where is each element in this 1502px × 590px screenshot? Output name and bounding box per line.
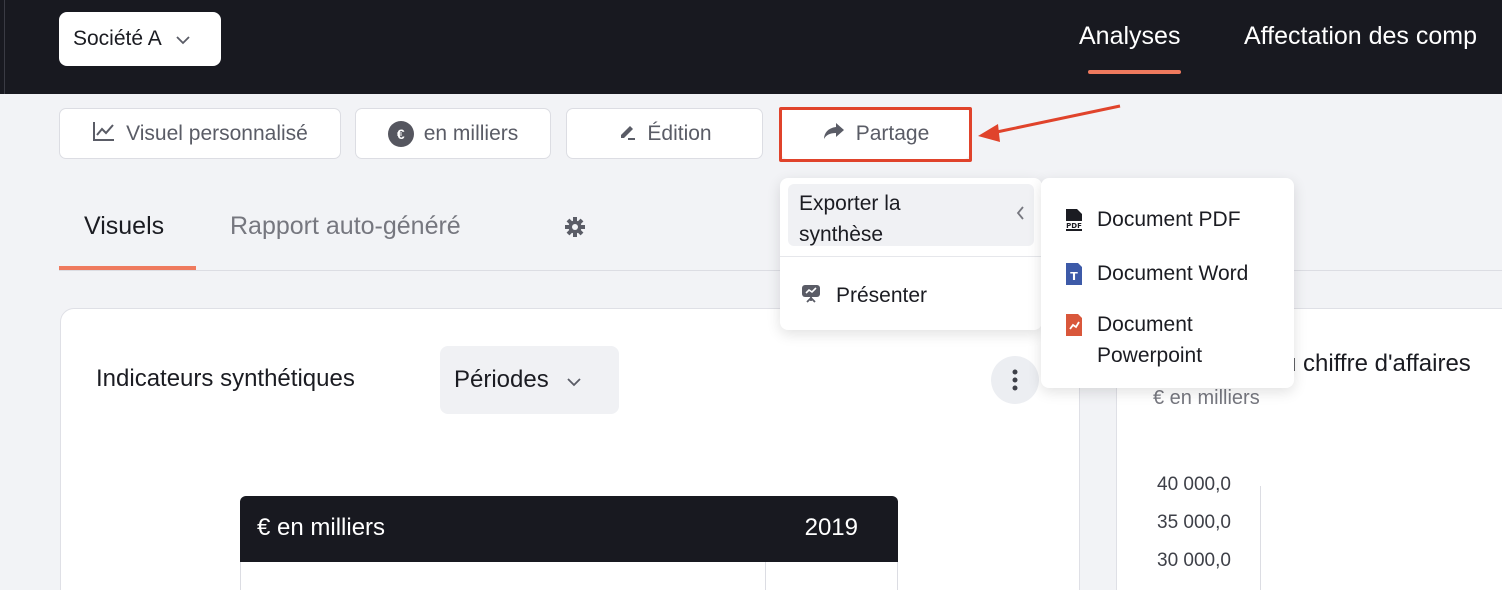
- tab-visuals[interactable]: Visuels: [84, 212, 164, 241]
- chevron-down-icon: [176, 27, 190, 51]
- powerpoint-file-icon: [1063, 313, 1085, 346]
- chevron-down-icon: [567, 366, 581, 394]
- presentation-icon: [800, 282, 822, 310]
- export-submenu: PDF Document PDF T Document Word Documen…: [1041, 178, 1294, 388]
- chevron-left-icon: [1016, 206, 1025, 225]
- share-menu: Exporter la synthèse Présenter: [780, 178, 1042, 330]
- edit-button[interactable]: Édition: [566, 108, 763, 159]
- svg-text:T: T: [1070, 270, 1078, 283]
- export-pdf-item[interactable]: PDF Document PDF: [1063, 204, 1241, 241]
- line-chart-icon: [92, 120, 116, 148]
- export-summary-item[interactable]: Exporter la synthèse: [788, 184, 1034, 246]
- export-summary-label: Exporter la synthèse: [799, 192, 901, 246]
- pdf-file-icon: PDF: [1063, 208, 1085, 241]
- y-tick-label: 35 000,0: [1157, 512, 1231, 533]
- export-powerpoint-label: Document Powerpoint: [1097, 313, 1203, 367]
- present-item[interactable]: Présenter: [800, 282, 927, 310]
- indicators-title: Indicateurs synthétiques: [96, 365, 355, 392]
- annotation-arrow-icon: [970, 100, 1130, 150]
- table-unit-header: € en milliers: [257, 514, 386, 541]
- period-selector-label: Périodes: [454, 366, 549, 393]
- tab-active-indicator: [59, 266, 196, 270]
- units-label: en milliers: [423, 121, 519, 145]
- company-selector-label: Société A: [73, 27, 162, 50]
- nav-analyses[interactable]: Analyses: [1079, 22, 1180, 51]
- menu-divider: [780, 256, 1042, 257]
- revenue-unit: € en milliers: [1153, 387, 1260, 409]
- table-year-header: 2019: [804, 514, 858, 541]
- units-button[interactable]: € en milliers: [355, 108, 551, 159]
- export-powerpoint-item[interactable]: Document Powerpoint: [1063, 309, 1263, 371]
- y-axis-line: [1260, 486, 1261, 590]
- export-word-item[interactable]: T Document Word: [1063, 258, 1248, 295]
- window-edge: [4, 0, 5, 94]
- custom-visual-button[interactable]: Visuel personnalisé: [59, 108, 341, 159]
- indicators-table-header: € en milliers 2019: [240, 496, 898, 562]
- table-column-separator: [765, 562, 766, 590]
- gear-icon[interactable]: [564, 216, 586, 243]
- revenue-title: u chiffre d'affaires: [1283, 350, 1471, 377]
- word-file-icon: T: [1063, 262, 1085, 295]
- euro-icon: €: [387, 120, 414, 147]
- y-tick-label: 40 000,0: [1157, 474, 1231, 495]
- edit-label: Édition: [647, 121, 712, 145]
- nav-active-indicator: [1088, 70, 1181, 74]
- company-selector[interactable]: Société A: [59, 12, 221, 66]
- pencil-icon: [617, 121, 637, 147]
- period-selector[interactable]: Périodes: [440, 346, 619, 414]
- more-options-icon[interactable]: [991, 356, 1039, 404]
- table-row: [240, 562, 898, 590]
- nav-affectation[interactable]: Affectation des comp: [1244, 22, 1477, 51]
- share-annotation-box: [779, 107, 972, 162]
- svg-text:PDF: PDF: [1066, 222, 1082, 230]
- export-word-label: Document Word: [1097, 262, 1249, 285]
- tab-auto-report[interactable]: Rapport auto-généré: [230, 212, 461, 241]
- present-label: Présenter: [836, 284, 928, 307]
- y-tick-label: 30 000,0: [1157, 550, 1231, 571]
- export-pdf-label: Document PDF: [1097, 208, 1241, 231]
- custom-visual-label: Visuel personnalisé: [126, 121, 308, 145]
